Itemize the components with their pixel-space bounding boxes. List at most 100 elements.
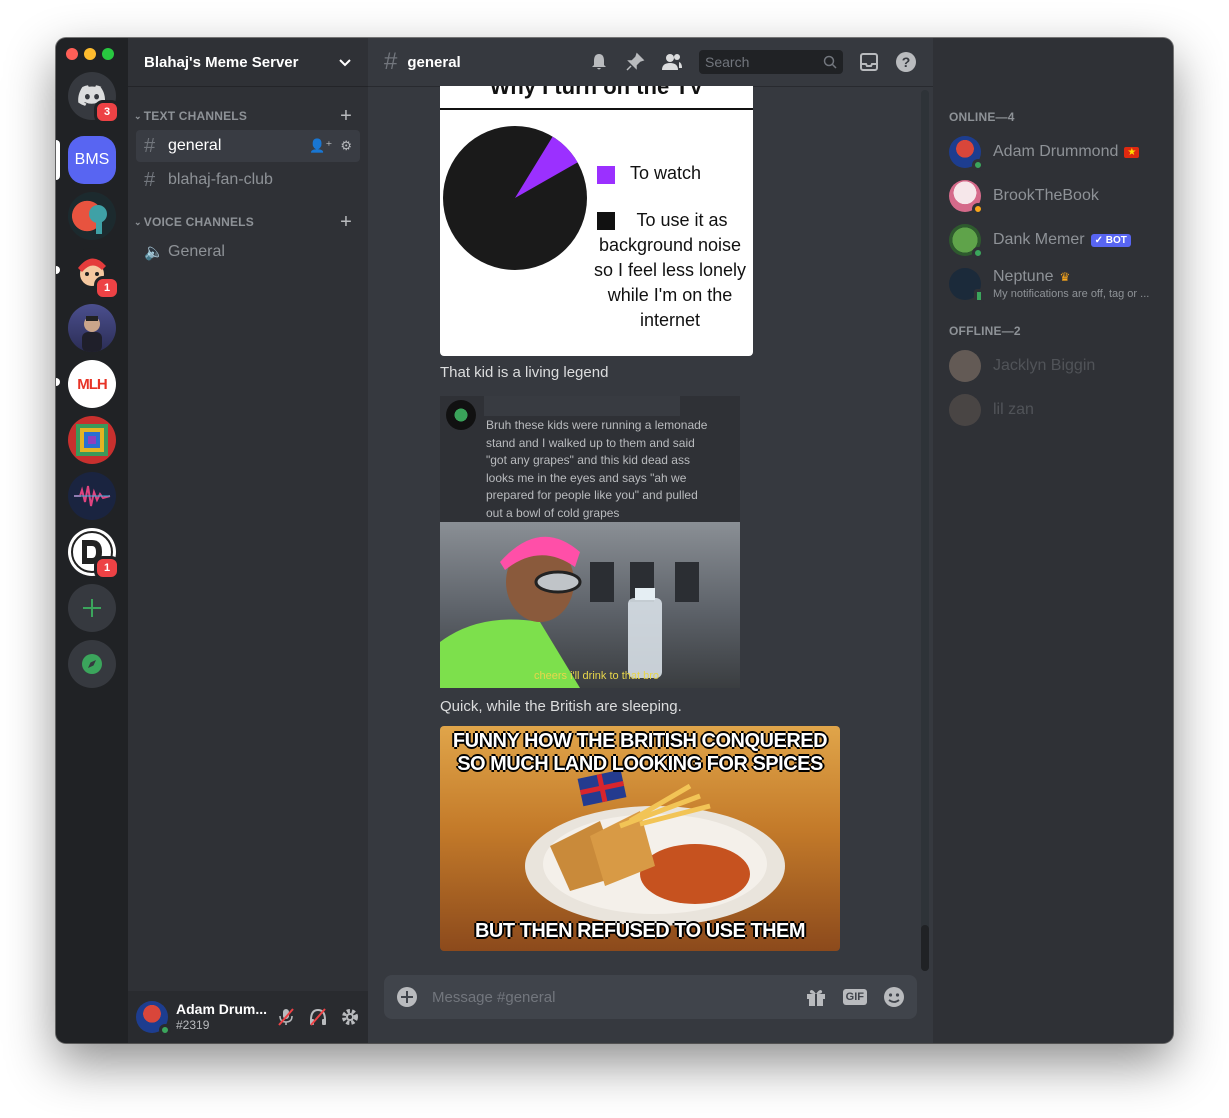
collapse-arrow-icon: ⌄ (134, 110, 142, 121)
server-mlh[interactable]: MLH (68, 360, 116, 408)
message-composer[interactable]: Message #general GIF (384, 975, 917, 1019)
members-icon[interactable] (661, 52, 683, 72)
server-icon-dj[interactable]: 1 (68, 528, 120, 580)
mute-mic-icon[interactable] (276, 1007, 296, 1027)
avatar[interactable] (136, 1001, 171, 1036)
offline-header: OFFLINE—2 (949, 324, 1021, 338)
member-list: ONLINE—4 Adam Drummond ★ BrookTheBook Dan… (933, 38, 1173, 1043)
server-mention-badge: 1 (94, 276, 120, 300)
gif-button[interactable]: GIF (842, 989, 867, 1005)
avatar (949, 136, 984, 171)
server-rail: 3 BMS 1 MLH 1 (56, 38, 128, 1043)
inbox-icon[interactable] (859, 52, 879, 72)
member-name: BrookTheBook (993, 187, 1099, 204)
unread-indicator-2 (56, 378, 60, 386)
hash-icon: # (384, 48, 398, 75)
member-name: Jacklyn Biggin (993, 357, 1096, 374)
channel-blahaj-fan-club[interactable]: # blahaj-fan-club (136, 164, 360, 196)
voice-channels-category[interactable]: ⌄ VOICE CHANNELS + (128, 210, 368, 234)
member-info: Neptune ♛ My notifications are off, tag o… (981, 268, 1149, 300)
collapse-arrow-icon: ⌄ (134, 216, 142, 227)
member-neptune[interactable]: Neptune ♛ My notifications are off, tag o… (933, 262, 1173, 306)
create-channel-icon[interactable]: + (340, 105, 352, 128)
gift-icon[interactable] (805, 986, 827, 1008)
crown-icon: ♛ (1059, 270, 1071, 284)
minimize-window-button[interactable] (84, 48, 96, 60)
search-icon (823, 55, 837, 69)
user-settings-gear-icon[interactable] (340, 1007, 360, 1027)
server-icon-red[interactable] (68, 192, 116, 240)
chevron-down-icon (339, 59, 351, 67)
plus-icon (83, 599, 101, 617)
title-underline (440, 108, 753, 110)
legend-line: To use it as (636, 210, 728, 230)
soundwave-icon (74, 485, 111, 507)
bot-badge: ✓ BOT (1090, 233, 1131, 247)
channel-label: general (168, 137, 222, 154)
bell-icon[interactable] (589, 52, 609, 72)
search-input[interactable]: Search (699, 50, 843, 74)
meme-line: FUNNY HOW THE BRITISH CONQUERED (452, 730, 828, 752)
member-lil-zan[interactable]: lil zan (933, 388, 1173, 432)
channel-general[interactable]: # general 👤⁺ ⚙ (136, 130, 360, 162)
member-dank-memer[interactable]: Dank Memer ✓ BOT (933, 218, 1173, 262)
user-panel: Adam Drum... #2319 (128, 991, 368, 1043)
close-window-button[interactable] (66, 48, 78, 60)
member-adam-drummond[interactable]: Adam Drummond ★ (933, 130, 1173, 174)
help-icon[interactable]: ? (895, 51, 917, 73)
member-name-wrap: Adam Drummond ★ (993, 143, 1140, 161)
server-art-icon (89, 205, 107, 234)
scrollbar-thumb[interactable] (921, 925, 929, 971)
post-line: "got any grapes" and this kid dead ass (486, 453, 690, 467)
online-status-dot (972, 159, 984, 171)
invite-icon[interactable]: 👤⁺ (309, 138, 332, 154)
legend-label-watch: To watch (630, 163, 702, 183)
home-button[interactable]: 3 (68, 72, 120, 124)
deafen-icon[interactable] (308, 1007, 328, 1027)
chat-header: # general Search ? (368, 38, 933, 86)
guild-header[interactable]: Blahaj's Meme Server (128, 38, 368, 86)
emoji-icon[interactable] (883, 986, 905, 1008)
channel-title: general (407, 53, 461, 71)
grapes-photo-art (440, 536, 699, 688)
meme-line: SO MUCH LAND LOOKING FOR SPICES (457, 753, 823, 775)
bot-tag-label: BOT (1105, 234, 1127, 246)
legend-line: while I'm on the (607, 285, 733, 305)
member-jacklyn-biggin[interactable]: Jacklyn Biggin (933, 344, 1173, 388)
meme-image-grapes[interactable]: Bruh these kids were running a lemonade … (440, 396, 740, 688)
meme-image-british[interactable]: FUNNY HOW THE BRITISH CONQUERED SO MUCH … (440, 726, 840, 951)
gear-icon[interactable]: ⚙ (340, 138, 352, 154)
server-icon-wave[interactable] (68, 472, 116, 520)
server-icon-squares[interactable] (68, 416, 116, 464)
message-scrollbar[interactable] (921, 90, 929, 971)
explore-servers-button[interactable] (68, 640, 116, 688)
server-icon-photo[interactable] (68, 304, 116, 352)
member-brookthebook[interactable]: BrookTheBook (933, 174, 1173, 218)
window-controls (66, 48, 114, 60)
server-icon-cartoon[interactable]: 1 (68, 248, 120, 300)
message-input-placeholder: Message #general (432, 988, 556, 1006)
server-bms[interactable]: BMS (68, 136, 116, 184)
post-line: looks me in the eyes and says "ah we (486, 470, 687, 485)
create-channel-icon[interactable]: + (340, 211, 352, 234)
member-custom-status: My notifications are off, tag or ... (993, 288, 1150, 300)
hash-icon: # (144, 168, 156, 191)
post-line: out a bowl of cold grapes (486, 505, 620, 520)
meme-bottom-text: BUT THEN REFUSED TO USE THEM (474, 920, 806, 942)
meme-image-tv[interactable]: Why I turn on the TV To watch To use it … (440, 86, 753, 356)
unread-indicator (56, 266, 60, 274)
add-attachment-icon[interactable] (396, 986, 418, 1008)
member-name: Dank Memer (993, 231, 1085, 248)
text-channels-category[interactable]: ⌄ TEXT CHANNELS + (128, 104, 368, 128)
member-name: lil zan (993, 401, 1034, 418)
poster-avatar (446, 400, 476, 430)
legend-line: so I feel less lonely (593, 260, 747, 280)
meme-title: Why I turn on the TV (489, 86, 704, 99)
channel-label: General (168, 243, 225, 260)
voice-channel-general[interactable]: 🔈 General (136, 236, 360, 268)
add-server-button[interactable] (68, 584, 116, 632)
pin-icon[interactable] (625, 52, 645, 72)
legend-line: background noise (598, 235, 742, 255)
squares-art-icon (76, 424, 108, 456)
maximize-window-button[interactable] (102, 48, 114, 60)
